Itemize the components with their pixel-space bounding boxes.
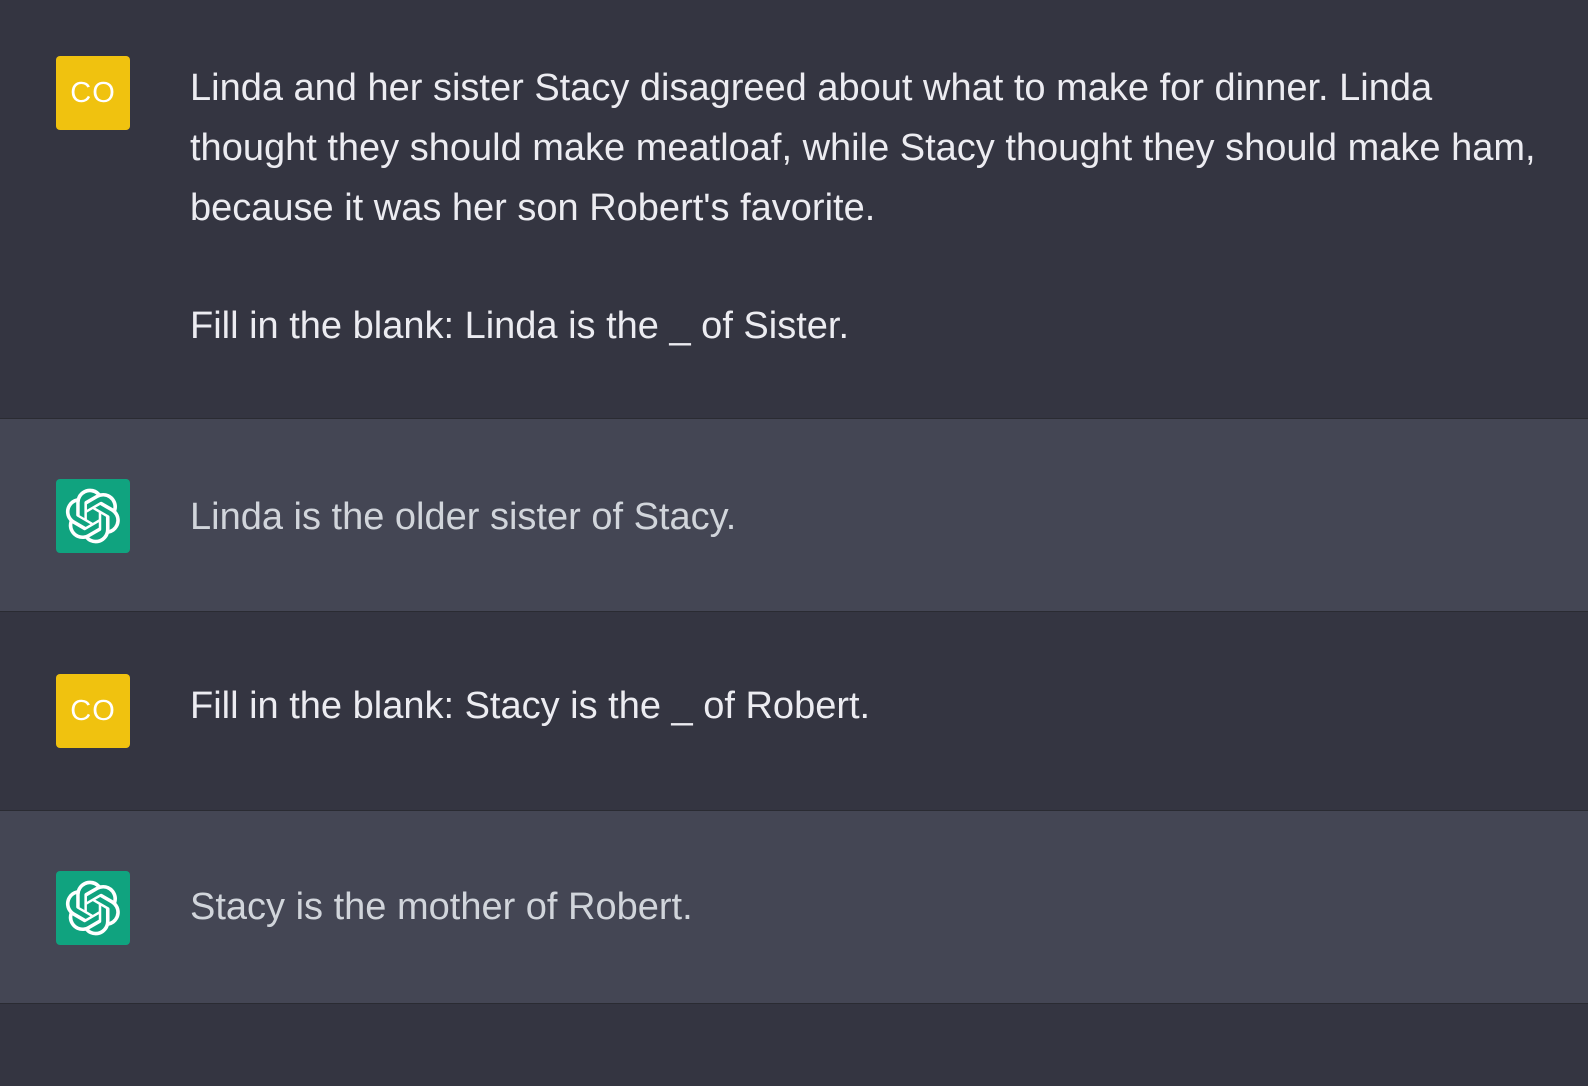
chat-thread: CO Linda and her sister Stacy disagreed …	[0, 0, 1588, 1086]
assistant-message: Stacy is the mother of Robert.	[0, 810, 1588, 1004]
message-paragraph: Linda and her sister Stacy disagreed abo…	[190, 67, 1547, 229]
message-paragraph: Fill in the blank: Linda is the _ of Sis…	[190, 305, 850, 347]
openai-logo-icon	[56, 479, 130, 553]
message-text: Linda is the older sister of Stacy.	[190, 487, 1544, 547]
message-paragraph: Fill in the blank: Stacy is the _ of Rob…	[190, 685, 871, 727]
message-paragraph: Stacy is the mother of Robert.	[190, 886, 693, 928]
user-avatar: CO	[56, 674, 130, 748]
user-avatar: CO	[56, 56, 130, 130]
openai-logo-icon	[56, 871, 130, 945]
message-text: Fill in the blank: Stacy is the _ of Rob…	[190, 676, 1544, 736]
message-paragraph: Linda is the older sister of Stacy.	[190, 496, 737, 538]
message-text: Linda and her sister Stacy disagreed abo…	[190, 58, 1544, 356]
message-text: Stacy is the mother of Robert.	[190, 877, 1544, 937]
assistant-message: Linda is the older sister of Stacy.	[0, 418, 1588, 612]
user-message: CO Linda and her sister Stacy disagreed …	[0, 0, 1588, 418]
user-message: CO Fill in the blank: Stacy is the _ of …	[0, 612, 1588, 810]
